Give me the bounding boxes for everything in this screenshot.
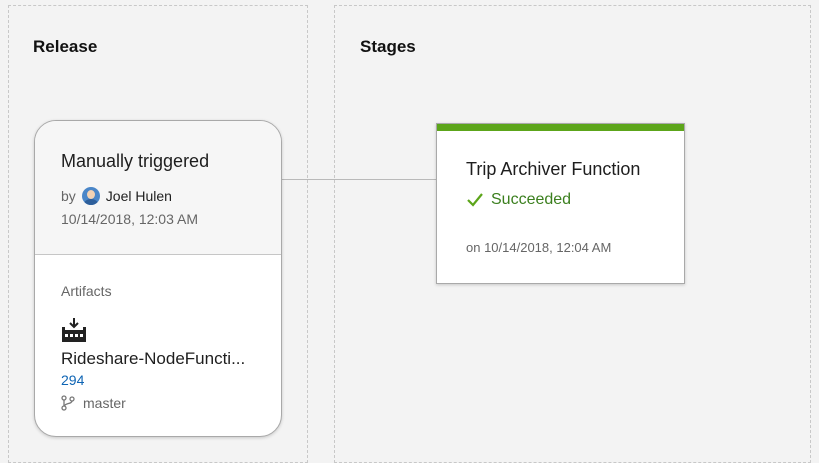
artifact-branch: master xyxy=(61,395,126,411)
stage-name[interactable]: Trip Archiver Function xyxy=(466,159,640,180)
user-avatar-icon xyxy=(81,187,100,205)
release-summary: Manually triggered by Joel Hulen 10/14/2… xyxy=(35,121,281,255)
release-date: 10/14/2018, 12:03 AM xyxy=(61,211,198,227)
connector-line xyxy=(282,179,309,180)
connector-line xyxy=(309,179,436,180)
stage-card[interactable]: Trip Archiver Function Succeeded on 10/1… xyxy=(436,123,685,284)
stage-status: Succeeded xyxy=(466,191,571,209)
stage-time: on 10/14/2018, 12:04 AM xyxy=(466,240,612,255)
release-card[interactable]: Manually triggered by Joel Hulen 10/14/2… xyxy=(34,120,282,437)
stages-heading: Stages xyxy=(360,37,416,56)
stage-status-bar xyxy=(437,124,684,131)
artifact-build-link[interactable]: 294 xyxy=(61,372,84,388)
checkmark-icon xyxy=(467,193,483,207)
git-branch-icon xyxy=(61,395,75,411)
triggered-by: by Joel Hulen xyxy=(61,187,172,205)
build-artifact-icon xyxy=(62,318,86,342)
branch-name: master xyxy=(83,395,126,411)
release-heading: Release xyxy=(33,37,98,56)
trigger-text: Manually triggered xyxy=(61,151,210,171)
by-label: by xyxy=(61,188,76,204)
status-text: Succeeded xyxy=(491,191,572,208)
artifacts-label: Artifacts xyxy=(61,283,112,299)
user-name[interactable]: Joel Hulen xyxy=(106,188,172,204)
artifact-name[interactable]: Rideshare-NodeFuncti... xyxy=(61,349,245,369)
